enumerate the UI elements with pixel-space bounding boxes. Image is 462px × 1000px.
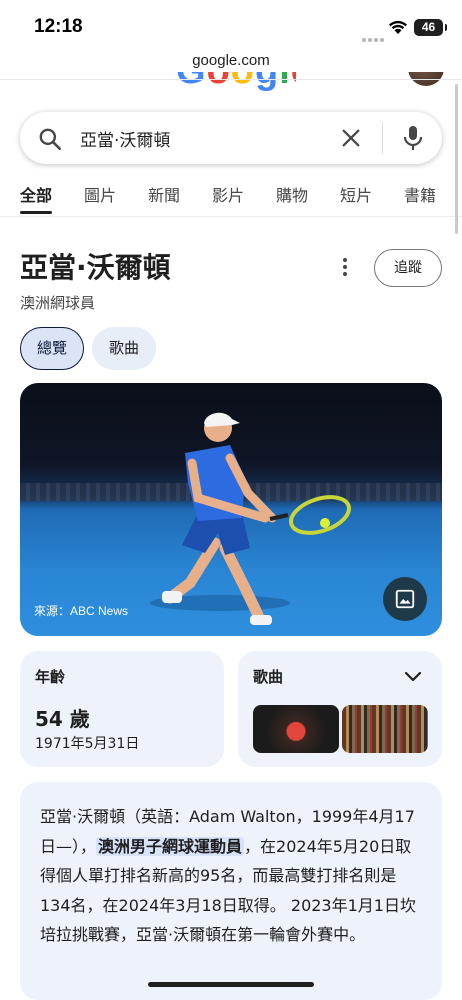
avatar[interactable] xyxy=(408,72,446,88)
scrollbar[interactable] xyxy=(455,84,458,234)
search-box[interactable]: 亞當·沃爾頓 xyxy=(20,112,442,164)
tab-books[interactable]: 書籍 xyxy=(404,182,436,214)
age-card[interactable]: 年齡 54 歲 1971年5月31日 xyxy=(20,651,224,767)
status-bar: 12:18 46 xyxy=(0,0,462,52)
mic-icon[interactable] xyxy=(402,125,424,151)
google-logo[interactable]: Google xyxy=(176,72,296,92)
chip-songs[interactable]: 歌曲 xyxy=(92,327,156,370)
age-label: 年齡 xyxy=(35,668,66,686)
home-indicator[interactable] xyxy=(148,982,314,987)
status-time: 12:18 xyxy=(34,16,83,37)
google-logo-text: Google xyxy=(176,72,296,92)
song-thumbnail[interactable] xyxy=(253,705,339,753)
header-divider xyxy=(0,79,462,80)
search-icon xyxy=(39,128,62,151)
signal-dots-icon xyxy=(362,27,386,46)
search-separator xyxy=(382,122,383,154)
birth-date: 1971年5月31日 xyxy=(35,736,140,752)
songs-label: 歌曲 xyxy=(253,668,284,686)
view-images-button[interactable] xyxy=(383,577,427,621)
description-card: 亞當·沃爾頓（英語：Adam Walton，1999年4月17日—）， 澳洲男子網… xyxy=(20,782,442,1000)
tab-all[interactable]: 全部 xyxy=(20,182,53,214)
hero-image[interactable]: 來源：ABC News xyxy=(20,383,442,636)
search-input[interactable]: 亞當·沃爾頓 xyxy=(80,126,170,151)
image-source: 來源：ABC News xyxy=(34,604,129,618)
age-value: 54 歲 xyxy=(35,707,90,731)
tab-shopping[interactable]: 購物 xyxy=(276,182,308,214)
page-title: 亞當·沃爾頓 xyxy=(20,251,171,284)
description-text: 亞當·沃爾頓（英語：Adam Walton，1999年4月17日—）， 澳洲男子網… xyxy=(40,802,426,950)
search-tabs: 全部 圖片 新聞 影片 購物 短片 書籍 xyxy=(20,182,462,216)
tabs-divider xyxy=(0,216,462,217)
song-thumbnail[interactable] xyxy=(342,705,428,753)
browser-url[interactable]: google.com xyxy=(0,52,462,69)
songs-card[interactable]: 歌曲 xyxy=(238,651,442,767)
tennis-player-illustration xyxy=(150,412,351,625)
battery-icon: 46 xyxy=(414,19,447,36)
follow-button[interactable]: 追蹤 xyxy=(374,249,442,287)
tab-shorts[interactable]: 短片 xyxy=(340,182,372,214)
tab-images[interactable]: 圖片 xyxy=(84,182,116,214)
wifi-icon xyxy=(389,20,407,34)
chevron-down-icon[interactable] xyxy=(404,671,422,683)
entity-subtitle: 澳洲網球員 xyxy=(20,294,96,312)
tab-news[interactable]: 新聞 xyxy=(148,182,180,214)
more-options-icon[interactable] xyxy=(338,258,352,278)
chip-overview[interactable]: 總覽 xyxy=(20,327,84,370)
description-highlight-link[interactable]: 澳洲男子網球運動員 xyxy=(96,836,245,856)
tab-videos[interactable]: 影片 xyxy=(212,182,244,214)
clear-icon[interactable] xyxy=(340,127,362,149)
image-icon xyxy=(395,589,415,609)
